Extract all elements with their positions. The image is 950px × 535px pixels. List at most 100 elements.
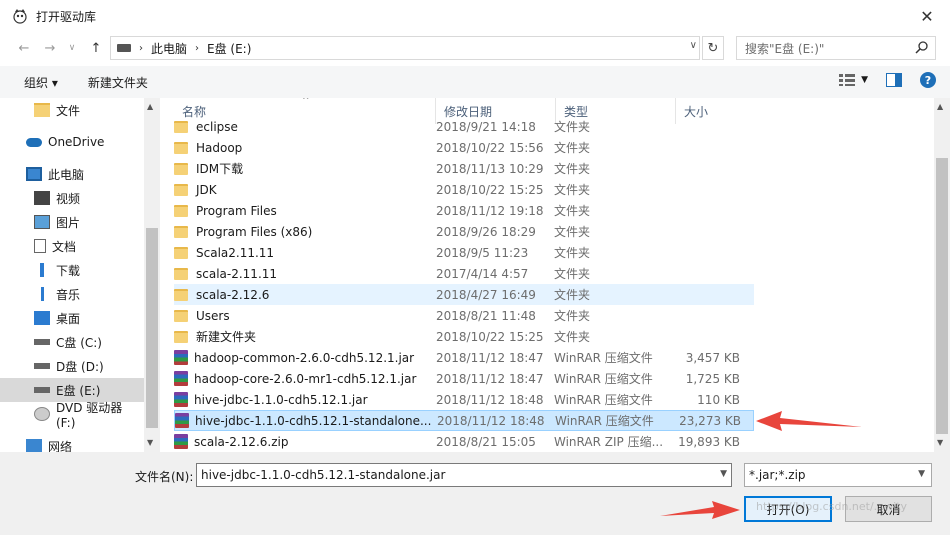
download-icon: [34, 263, 50, 277]
scroll-up-icon[interactable]: ▲: [937, 102, 943, 111]
address-bar-row: ← → ∨ ↑ › 此电脑 › E盘 (E:) ∨ ↻ 搜索"E盘 (E:)": [0, 32, 950, 62]
nav-scroll-thumb[interactable]: [146, 228, 158, 428]
folder-row[interactable]: Users 2018/8/21 11:48 文件夹: [174, 305, 754, 326]
cloud-icon: [26, 137, 42, 147]
file-name: Users: [196, 308, 230, 323]
nav-item-label: 视频: [56, 191, 81, 206]
new-folder-button[interactable]: 新建文件夹: [80, 74, 156, 91]
file-date: 2018/11/12 18:47: [436, 350, 544, 365]
close-button[interactable]: ✕: [914, 4, 940, 28]
nav-item[interactable]: 网络: [0, 434, 144, 452]
file-type: 文件夹: [554, 330, 591, 344]
chevron-down-icon: ∨: [68, 43, 76, 53]
dvd-icon: [34, 407, 50, 421]
back-button[interactable]: ←: [14, 38, 34, 58]
folder-row[interactable]: Program Files (x86) 2018/9/26 18:29 文件夹: [174, 221, 754, 242]
folder-icon: [174, 120, 188, 133]
chevron-right-icon: ›: [195, 42, 200, 54]
nav-item[interactable]: 此电脑: [0, 162, 144, 186]
preview-pane-button[interactable]: [886, 73, 902, 87]
folder-row[interactable]: JDK 2018/10/22 15:25 文件夹: [174, 179, 754, 200]
file-name: 新建文件夹: [196, 330, 257, 344]
filename-field[interactable]: hive-jdbc-1.1.0-cdh5.12.1-standalone.jar…: [196, 463, 732, 487]
file-row[interactable]: hadoop-core-2.6.0-mr1-cdh5.12.1.jar 2018/…: [174, 368, 754, 389]
file-date: 2018/9/21 14:18: [436, 119, 536, 134]
scroll-down-icon[interactable]: ▼: [147, 438, 153, 447]
nav-item[interactable]: 下载: [0, 258, 144, 282]
nav-item-label: 网络: [48, 439, 73, 453]
folder-icon: [174, 204, 188, 217]
folder-icon: [174, 288, 188, 301]
nav-item[interactable]: 文件: [0, 98, 144, 122]
folder-row[interactable]: 新建文件夹 2018/10/22 15:25 文件夹: [174, 326, 754, 347]
nav-item[interactable]: D盘 (D:): [0, 354, 144, 378]
file-scroll-thumb[interactable]: [936, 158, 948, 434]
winrar-archive-icon: [174, 434, 188, 449]
file-row[interactable]: hive-jdbc-1.1.0-cdh5.12.1-standalone....…: [174, 410, 754, 431]
file-row[interactable]: hive-jdbc-1.1.0-cdh5.12.1.jar 2018/11/12 …: [174, 389, 754, 410]
file-type-filter[interactable]: *.jar;*.zip ▼: [744, 463, 932, 487]
up-button[interactable]: ↑: [86, 38, 106, 58]
file-row[interactable]: scala-2.12.6.zip 2018/8/21 15:05 WinRAR ZI…: [174, 431, 754, 452]
view-options-button[interactable]: ▼: [839, 74, 868, 86]
file-name-cell: Hadoop: [174, 141, 430, 155]
nav-item[interactable]: 桌面: [0, 306, 144, 330]
nav-item[interactable]: DVD 驱动器 (F:): [0, 401, 144, 430]
file-name-cell: hadoop-core-2.6.0-mr1-cdh5.12.1.jar: [174, 371, 430, 386]
file-name-cell: scala-2.12.6: [174, 288, 430, 302]
file-list-scrollbar[interactable]: ▲ ▼: [934, 98, 950, 452]
breadcrumb-this-pc[interactable]: 此电脑: [151, 40, 187, 57]
file-date: 2017/4/14 4:57: [436, 266, 529, 281]
address-input[interactable]: › 此电脑 › E盘 (E:) ∨: [110, 36, 700, 60]
nav-item[interactable]: 音乐: [0, 282, 144, 306]
nav-item[interactable]: C盘 (C:): [0, 330, 144, 354]
folder-row[interactable]: Scala2.11.11 2018/9/5 11:23 文件夹: [174, 242, 754, 263]
scroll-up-icon[interactable]: ▲: [147, 102, 153, 111]
arrow-left-icon: ←: [18, 40, 30, 56]
chevron-down-icon[interactable]: ▼: [720, 469, 727, 479]
arrow-right-icon: →: [44, 40, 56, 56]
folder-row[interactable]: Program Files 2018/11/12 19:18 文件夹: [174, 200, 754, 221]
search-icon: [915, 41, 928, 54]
recent-locations-button[interactable]: ∨: [62, 38, 82, 58]
file-size: 1,725 KB: [685, 371, 740, 386]
nav-item[interactable]: 文档: [0, 234, 144, 258]
folder-icon: [174, 162, 188, 175]
file-name: Program Files: [196, 203, 277, 218]
filename-label: 文件名(N):: [135, 470, 194, 484]
organize-button[interactable]: 组织 ▾: [16, 74, 66, 91]
folder-row[interactable]: eclipse 2018/9/21 14:18 文件夹: [174, 116, 754, 137]
refresh-button[interactable]: ↻: [702, 36, 724, 60]
file-name-cell: scala-2.12.6.zip: [174, 434, 430, 449]
folder-row[interactable]: Hadoop 2018/10/22 15:56 文件夹: [174, 137, 754, 158]
help-button[interactable]: ?: [920, 72, 936, 88]
folder-row[interactable]: IDM下载 2018/11/13 10:29 文件夹: [174, 158, 754, 179]
file-type: 文件夹: [554, 267, 591, 281]
file-type: WinRAR 压缩文件: [554, 393, 653, 407]
search-input[interactable]: 搜索"E盘 (E:)": [736, 36, 936, 60]
nav-item[interactable]: 视频: [0, 186, 144, 210]
folder-icon: [34, 103, 50, 117]
folder-icon: [174, 225, 188, 238]
file-type: 文件夹: [554, 120, 591, 134]
file-date: 2018/10/22 15:56: [436, 140, 544, 155]
file-type: WinRAR ZIP 压缩...: [554, 435, 662, 449]
file-date: 2018/8/21 11:48: [436, 308, 536, 323]
nav-item[interactable]: 图片: [0, 210, 144, 234]
forward-button[interactable]: →: [40, 38, 60, 58]
file-row[interactable]: hadoop-common-2.6.0-cdh5.12.1.jar 2018/11…: [174, 347, 754, 368]
folder-row[interactable]: scala-2.11.11 2017/4/14 4:57 文件夹: [174, 263, 754, 284]
scroll-down-icon[interactable]: ▼: [937, 438, 943, 447]
file-name-cell: hadoop-common-2.6.0-cdh5.12.1.jar: [174, 350, 430, 365]
nav-item[interactable]: OneDrive: [0, 130, 144, 154]
folder-icon: [174, 141, 188, 154]
breadcrumb-e-drive[interactable]: E盘 (E:): [207, 40, 251, 57]
file-date: 2018/11/12 18:48: [436, 392, 544, 407]
picture-icon: [34, 215, 50, 229]
nav-item-label: D盘 (D:): [56, 359, 104, 374]
nav-scrollbar[interactable]: ▲ ▼: [144, 98, 160, 452]
app-icon: [13, 9, 27, 24]
title-bar: 打开驱动库 ✕: [0, 0, 950, 32]
folder-row[interactable]: scala-2.12.6 2018/4/27 16:49 文件夹: [174, 284, 754, 305]
chevron-down-icon[interactable]: ∨: [690, 40, 697, 51]
